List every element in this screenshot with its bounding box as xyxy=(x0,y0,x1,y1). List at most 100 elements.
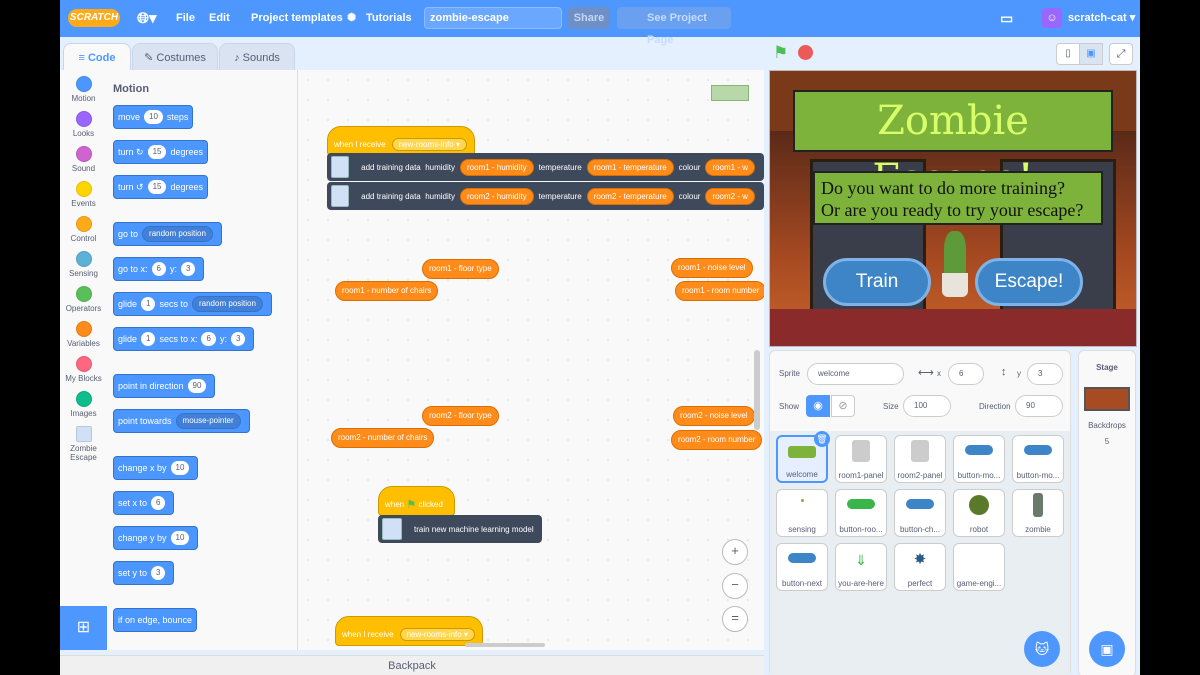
block-input[interactable]: 90 xyxy=(187,379,207,393)
reporter-block[interactable]: room2 - room number xyxy=(671,430,763,450)
script-v-scrollbar[interactable] xyxy=(754,350,760,430)
category-looks[interactable]: Looks xyxy=(60,111,107,138)
edit-menu[interactable]: Edit xyxy=(209,0,230,37)
reporter-block[interactable]: room1 - floor type xyxy=(422,259,499,279)
x-input[interactable]: 6 xyxy=(948,363,984,385)
category-sound[interactable]: Sound xyxy=(60,146,107,173)
green-flag-icon[interactable]: ⚑ xyxy=(773,43,788,63)
sprite-tile[interactable]: button-next xyxy=(776,543,828,591)
block-input[interactable]: 15 xyxy=(147,145,167,159)
reporter-block[interactable]: room1 - room number xyxy=(675,281,764,301)
block-dropdown[interactable]: new-rooms-info ▾ xyxy=(399,627,475,641)
sprite-tile[interactable]: ✸ perfect xyxy=(894,543,946,591)
file-menu[interactable]: File xyxy=(176,0,195,37)
category-sensing[interactable]: Sensing xyxy=(60,251,107,278)
add-training-data-block[interactable]: add training data humidity room2 - humidi… xyxy=(327,182,764,210)
category-control[interactable]: Control xyxy=(60,216,107,243)
when-i-receive-hat[interactable]: when I receive new-rooms-info ▾ xyxy=(327,126,475,156)
sprite-tile[interactable]: room1-panel xyxy=(835,435,887,483)
y-input[interactable]: 3 xyxy=(1027,363,1063,385)
reporter-block[interactable]: room1 - noise level xyxy=(671,258,753,278)
large-stage-icon[interactable]: ▣ xyxy=(1079,43,1103,65)
block-input[interactable]: 3 xyxy=(181,262,196,276)
category-operators[interactable]: Operators xyxy=(60,286,107,313)
category-variables[interactable]: Variables xyxy=(60,321,107,348)
hide-eye-icon[interactable]: ⊘ xyxy=(831,395,855,417)
tab-sounds[interactable]: ♪ Sounds xyxy=(219,43,295,71)
add-extension-button[interactable]: ⊞ xyxy=(60,606,107,650)
add-sprite-button[interactable]: 🐱︎ xyxy=(1024,631,1060,667)
zoom-reset-button[interactable]: = xyxy=(722,606,748,632)
lightbulb-icon[interactable]: ✺ xyxy=(347,0,356,37)
block-input[interactable]: 10 xyxy=(170,461,190,475)
block-bounce[interactable]: if on edge, bounce xyxy=(113,608,198,632)
username-menu[interactable]: scratch-cat ▾ xyxy=(1068,0,1135,37)
project-templates-menu[interactable]: Project templates xyxy=(251,0,343,37)
reporter-block[interactable]: room2 - noise level xyxy=(673,406,755,426)
block-point-towards[interactable]: point towards mouse-pointer xyxy=(113,409,250,433)
block-input[interactable]: 10 xyxy=(144,110,163,124)
sprite-tile[interactable]: ⇓ you-are-here xyxy=(835,543,887,591)
reporter[interactable]: room2 - w xyxy=(705,187,755,205)
tutorials-menu[interactable]: Tutorials xyxy=(366,0,412,37)
block-input[interactable]: 3 xyxy=(230,332,246,346)
see-project-page-button[interactable]: See Project Page xyxy=(617,7,731,46)
category-motion[interactable]: Motion xyxy=(60,76,107,103)
tab-costumes[interactable]: ✎ Costumes xyxy=(132,43,218,71)
reporter[interactable]: room1 - w xyxy=(705,158,755,176)
block-input[interactable]: 10 xyxy=(170,531,190,545)
project-title-input[interactable]: zombie-escape xyxy=(424,7,562,29)
small-stage-icon[interactable]: ▯ xyxy=(1056,43,1080,65)
category-events[interactable]: Events xyxy=(60,181,107,208)
sprite-tile[interactable]: sensing xyxy=(776,489,828,537)
sprite-tile[interactable]: robot xyxy=(953,489,1005,537)
block-go-to[interactable]: go to random position xyxy=(113,222,222,246)
block-dropdown[interactable]: random position xyxy=(191,296,263,312)
block-set-y[interactable]: set y to 3 xyxy=(113,561,175,585)
script-h-scrollbar[interactable] xyxy=(465,643,545,647)
block-dropdown[interactable]: random position xyxy=(142,226,213,242)
reporter[interactable]: room1 - humidity xyxy=(460,158,534,176)
fullscreen-icon[interactable]: ⤢ xyxy=(1109,43,1133,65)
script-area[interactable]: when I receive new-rooms-info ▾ add train… xyxy=(298,70,764,650)
block-dropdown[interactable]: new-rooms-info ▾ xyxy=(391,137,467,151)
sprite-tile[interactable]: room2-panel xyxy=(894,435,946,483)
show-eye-icon[interactable]: ◉ xyxy=(806,395,830,417)
add-backdrop-button[interactable]: ▣ xyxy=(1089,631,1125,667)
block-input[interactable]: 15 xyxy=(147,180,167,194)
avatar[interactable]: ☺ xyxy=(1042,8,1062,28)
size-input[interactable]: 100 xyxy=(903,395,951,417)
block-input[interactable]: 6 xyxy=(151,496,166,510)
category-my-blocks[interactable]: My Blocks xyxy=(60,356,107,383)
block-turn-right[interactable]: turn ↻ 15 degrees xyxy=(113,140,208,164)
train-model-block[interactable]: train new machine learning model xyxy=(378,515,542,543)
reporter-block[interactable]: room2 - number of chairs xyxy=(331,428,435,448)
reporter-block[interactable]: room1 - number of chairs xyxy=(335,281,439,301)
when-flag-clicked-hat[interactable]: when ⚑ clicked xyxy=(378,486,455,516)
sprite-tile[interactable]: button-mo... xyxy=(953,435,1005,483)
block-glide-xy[interactable]: glide 1 secs to x: 6 y: 3 xyxy=(113,327,255,351)
stage-selector[interactable]: Stage Backdrops 5 ▣ xyxy=(1078,350,1136,675)
zoom-out-button[interactable]: − xyxy=(722,573,748,599)
sprite-tile[interactable]: button-ch... xyxy=(894,489,946,537)
reporter[interactable]: room2 - temperature xyxy=(586,187,674,205)
block-input[interactable]: 1 xyxy=(141,332,156,346)
block-change-x[interactable]: change x by 10 xyxy=(113,456,199,480)
stage-canvas[interactable]: Zombie Escape! Do you want to do more tr… xyxy=(769,70,1137,347)
category-images[interactable]: Images xyxy=(60,391,107,418)
sprite-tile[interactable]: button-mo... xyxy=(1012,435,1064,483)
folder-icon[interactable]: ▭ xyxy=(1000,0,1013,37)
escape-button[interactable]: Escape! xyxy=(975,258,1083,306)
block-input[interactable]: 3 xyxy=(151,566,166,580)
sprite-tile[interactable]: button-roo... xyxy=(835,489,887,537)
add-training-data-block[interactable]: add training data humidity room1 - humidi… xyxy=(327,153,764,181)
scratch-logo[interactable]: SCRATCH xyxy=(68,9,120,27)
block-input[interactable]: 6 xyxy=(151,262,166,276)
share-button[interactable]: Share xyxy=(568,7,610,29)
block-input[interactable]: 1 xyxy=(141,297,156,311)
block-point-in-direction[interactable]: point in direction 90 xyxy=(113,374,216,398)
when-i-receive-hat[interactable]: when I receive new-rooms-info ▾ xyxy=(335,616,483,646)
block-set-x[interactable]: set x to 6 xyxy=(113,491,175,515)
block-input[interactable]: 6 xyxy=(201,332,216,346)
block-turn-left[interactable]: turn ↺ 15 degrees xyxy=(113,175,208,199)
